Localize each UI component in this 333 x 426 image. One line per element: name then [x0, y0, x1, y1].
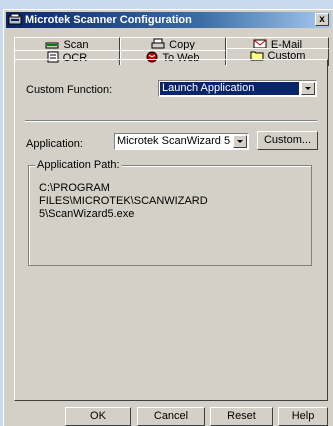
scanner-icon — [45, 42, 59, 49]
reset-button[interactable]: Reset — [210, 407, 273, 426]
scanner-app-icon — [8, 13, 22, 26]
custom-function-value: Launch Application — [160, 82, 299, 95]
help-button[interactable]: Help — [278, 407, 328, 426]
title-bar[interactable]: Microtek Scanner Configuration x — [6, 12, 331, 28]
custom-function-label: Custom Function: — [26, 84, 113, 96]
custom-button[interactable]: Custom... — [257, 131, 318, 150]
application-path-label: Application Path: — [35, 159, 122, 171]
scanner-config-dialog: Microtek Scanner Configuration x Scan Co… — [3, 9, 333, 426]
divider — [25, 120, 317, 122]
window-title: Microtek Scanner Configuration — [25, 14, 192, 26]
chevron-down-icon[interactable] — [301, 82, 315, 95]
application-path-group: Application Path: C:\PROGRAM FILES\MICRO… — [28, 159, 312, 266]
custom-function-select[interactable]: Launch Application — [158, 80, 317, 97]
application-path-value: C:\PROGRAM FILES\MICROTEK\SCANWIZARD 5\S… — [39, 182, 208, 220]
chevron-down-icon[interactable] — [233, 135, 247, 148]
application-label: Application: — [26, 138, 83, 150]
ok-button[interactable]: OK — [65, 407, 131, 426]
printer-icon — [151, 38, 165, 49]
application-select[interactable]: Microtek ScanWizard 5 — [114, 133, 249, 150]
application-value: Microtek ScanWizard 5 — [117, 135, 231, 147]
cancel-button[interactable]: Cancel — [137, 407, 205, 426]
close-button[interactable]: x — [315, 13, 329, 26]
